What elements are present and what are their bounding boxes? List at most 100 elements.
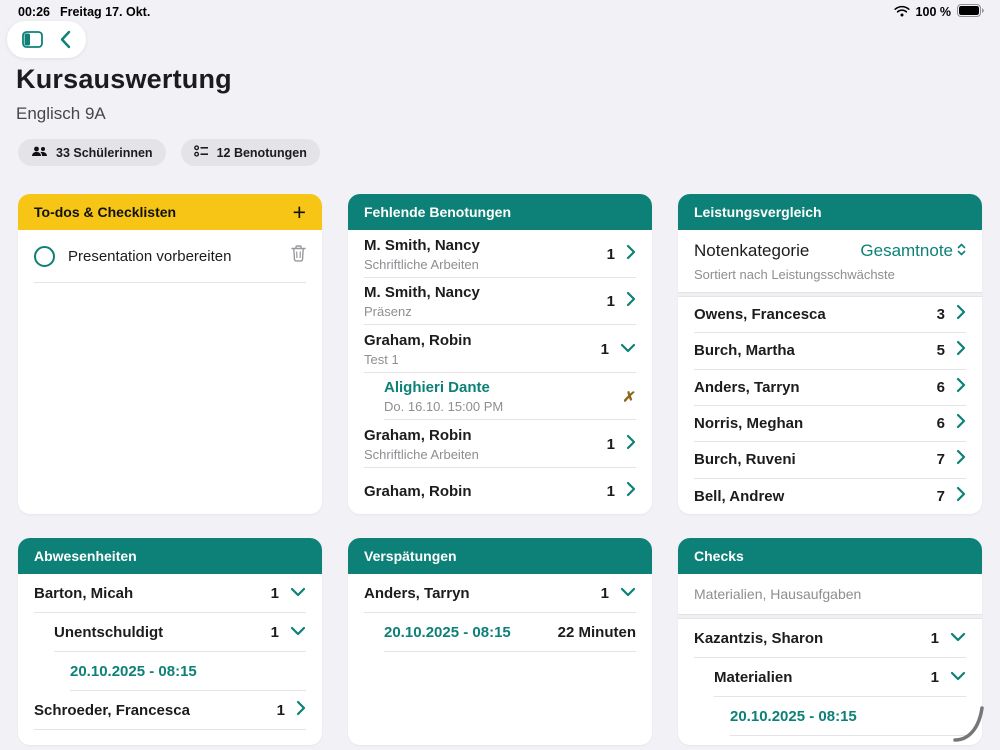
- absence-row[interactable]: Schroeder, Francesca 1: [18, 691, 322, 729]
- trash-icon[interactable]: [291, 245, 306, 267]
- sidebar-toggle-button[interactable]: [22, 31, 43, 48]
- count-badge: 1: [607, 246, 615, 263]
- badge-row: 33 Schülerinnen 12 Benotungen: [18, 139, 320, 166]
- performance-row[interactable]: Burch, Martha 5: [678, 333, 982, 368]
- app-screen: 00:26 Freitag 17. Okt. 100 % Kursauswert…: [0, 0, 1000, 750]
- count-badge: 1: [931, 669, 939, 686]
- chevron-down-icon: [620, 340, 636, 358]
- lates-card: Verspätungen Anders, Tarryn 1 20.10.2025…: [348, 538, 652, 745]
- checks-card-header: Checks: [678, 538, 982, 574]
- lates-card-title: Verspätungen: [364, 548, 457, 564]
- todos-card-title: To-dos & Checklisten: [34, 204, 176, 220]
- todos-card: To-dos & Checklisten + Presentation vorb…: [18, 194, 322, 514]
- status-bar: 00:26 Freitag 17. Okt. 100 %: [0, 0, 1000, 24]
- late-duration: 22 Minuten: [558, 624, 636, 641]
- checklist-icon: [194, 145, 209, 160]
- performance-row[interactable]: Bell, Andrew 7: [678, 479, 982, 514]
- grade-value: 5: [937, 342, 945, 359]
- missing-grade-detail-row[interactable]: Alighieri Dante Do. 16.10. 15:00 PM ✗: [348, 372, 652, 419]
- performance-row[interactable]: Norris, Meghan 6: [678, 406, 982, 441]
- battery-icon: [957, 4, 984, 20]
- divider: [730, 735, 966, 736]
- category-picker[interactable]: Gesamtnote: [860, 241, 966, 261]
- student-name: Graham, Robin: [364, 332, 472, 349]
- student-name: Bell, Andrew: [694, 488, 784, 505]
- divider: [34, 729, 306, 730]
- grade-category-section: Notenkategorie Gesamtnote Sortiert nach …: [678, 230, 982, 292]
- category-picker-value: Gesamtnote: [860, 241, 953, 261]
- check-type-label: Materialien: [714, 669, 792, 686]
- absence-row-expanded[interactable]: Barton, Micah 1: [18, 574, 322, 612]
- todo-checkbox[interactable]: [34, 246, 55, 267]
- late-datetime-link[interactable]: 20.10.2025 - 08:15: [384, 624, 511, 641]
- absence-date-row[interactable]: 20.10.2025 - 08:15: [18, 652, 322, 690]
- performance-row[interactable]: Anders, Tarryn 6: [678, 370, 982, 405]
- count-badge: 1: [607, 483, 615, 500]
- todo-item[interactable]: Presentation vorbereiten: [18, 230, 322, 282]
- missing-grade-row-expanded[interactable]: Graham, Robin Test 1 1: [348, 325, 652, 372]
- chevron-right-icon: [626, 434, 636, 455]
- checks-card: Checks Materialien, Hausaufgaben Kazantz…: [678, 538, 982, 745]
- student-name: Graham, Robin: [364, 427, 479, 444]
- missing-grade-row[interactable]: Graham, Robin 1: [348, 467, 652, 514]
- student-name: Schroeder, Francesca: [34, 702, 190, 719]
- performance-row[interactable]: Owens, Francesca 3: [678, 297, 982, 332]
- check-categories-label: Materialien, Hausaufgaben: [678, 574, 982, 614]
- card-grid: To-dos & Checklisten + Presentation vorb…: [18, 194, 982, 745]
- lates-card-header: Verspätungen: [348, 538, 652, 574]
- missing-grades-card-title: Fehlende Benotungen: [364, 204, 511, 220]
- absences-card-title: Abwesenheiten: [34, 548, 137, 564]
- battery-percent: 100 %: [916, 5, 951, 19]
- people-icon: [31, 146, 48, 160]
- check-row-expanded[interactable]: Kazantzis, Sharon 1: [678, 619, 982, 657]
- check-type-row-expanded[interactable]: Materialien 1: [678, 658, 982, 696]
- absence-type-row-expanded[interactable]: Unentschuldigt 1: [18, 613, 322, 651]
- grade-category: Test 1: [364, 352, 472, 367]
- performance-card-header: Leistungsvergleich: [678, 194, 982, 230]
- count-badge: 1: [607, 436, 615, 453]
- count-badge: 1: [271, 585, 279, 602]
- chevron-down-icon: [950, 629, 966, 647]
- student-name: Norris, Meghan: [694, 415, 803, 432]
- count-badge: 1: [601, 341, 609, 358]
- category-label: Notenkategorie: [694, 241, 809, 261]
- status-time: 00:26: [18, 5, 50, 19]
- page-title: Kursauswertung: [16, 64, 232, 95]
- count-badge: 1: [601, 585, 609, 602]
- missing-grade-row[interactable]: M. Smith, Nancy Präsenz 1: [348, 277, 652, 324]
- performance-card-title: Leistungsvergleich: [694, 204, 822, 220]
- students-badge[interactable]: 33 Schülerinnen: [18, 139, 166, 166]
- check-datetime-link[interactable]: 20.10.2025 - 08:15: [730, 708, 857, 725]
- count-badge: 1: [931, 630, 939, 647]
- missing-grades-card: Fehlende Benotungen M. Smith, Nancy Schr…: [348, 194, 652, 514]
- missing-grade-row[interactable]: M. Smith, Nancy Schriftliche Arbeiten 1: [348, 230, 652, 277]
- todo-label: Presentation vorbereiten: [68, 248, 278, 265]
- back-chevron-button[interactable]: [59, 30, 71, 49]
- student-name: M. Smith, Nancy: [364, 237, 480, 254]
- lesson-title: Alighieri Dante: [384, 379, 503, 396]
- add-todo-button[interactable]: +: [293, 201, 306, 224]
- grade-category: Schriftliche Arbeiten: [364, 447, 479, 462]
- absence-datetime-link[interactable]: 20.10.2025 - 08:15: [70, 663, 197, 680]
- check-date-row[interactable]: 20.10.2025 - 08:15: [678, 697, 982, 735]
- student-name: M. Smith, Nancy: [364, 284, 480, 301]
- chevron-right-icon: [956, 486, 966, 507]
- late-date-row[interactable]: 20.10.2025 - 08:15 22 Minuten: [348, 613, 652, 651]
- student-name: Kazantzis, Sharon: [694, 630, 823, 647]
- grade-value: 7: [937, 488, 945, 505]
- chevron-right-icon: [956, 377, 966, 398]
- grade-value: 7: [937, 451, 945, 468]
- performance-card: Leistungsvergleich Notenkategorie Gesamt…: [678, 194, 982, 514]
- missing-grade-row[interactable]: Graham, Robin Schriftliche Arbeiten 1: [348, 420, 652, 467]
- grade-category: Schriftliche Arbeiten: [364, 257, 480, 272]
- late-row-expanded[interactable]: Anders, Tarryn 1: [348, 574, 652, 612]
- chevron-down-icon: [950, 668, 966, 686]
- page-header: Kursauswertung Englisch 9A: [16, 64, 232, 124]
- gradings-badge[interactable]: 12 Benotungen: [181, 139, 320, 166]
- nav-pill: [7, 21, 86, 58]
- sort-hint: Sortiert nach Leistungsschwächste: [694, 267, 966, 282]
- unexcused-x-icon: ✗: [622, 387, 637, 407]
- page-subtitle: Englisch 9A: [16, 104, 232, 124]
- student-name: Anders, Tarryn: [694, 379, 800, 396]
- performance-row[interactable]: Burch, Ruveni 7: [678, 442, 982, 477]
